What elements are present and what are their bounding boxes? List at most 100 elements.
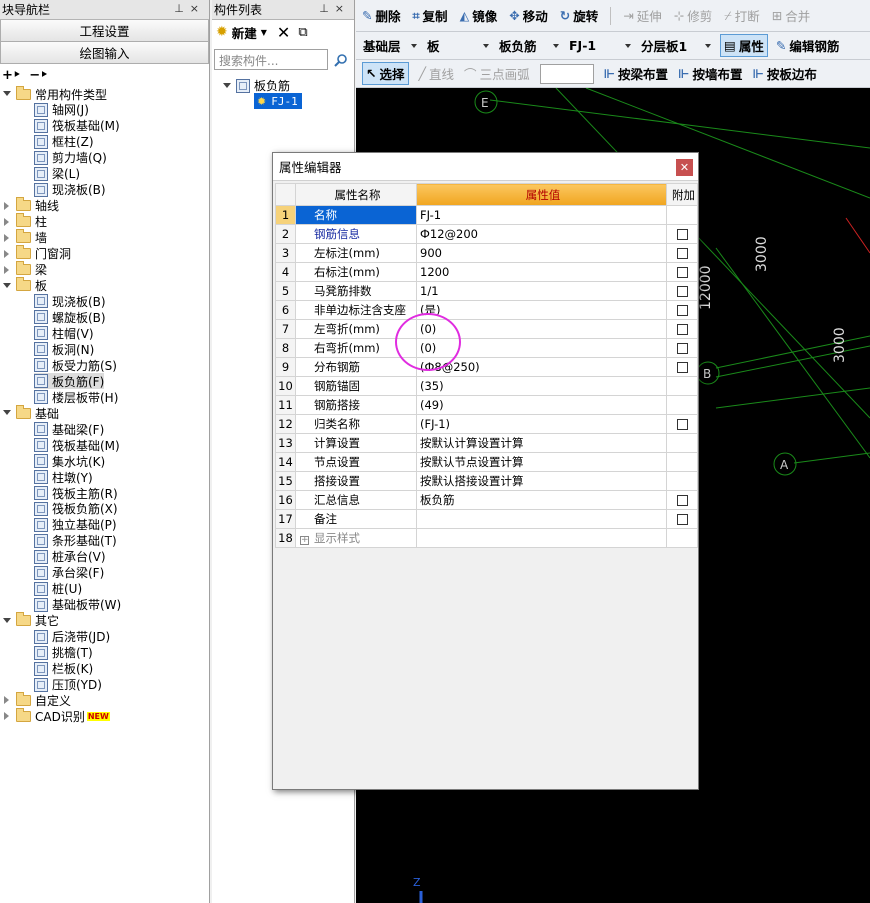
tree-item[interactable]: 筏板基础(M) xyxy=(34,118,120,134)
properties-toggle-button[interactable]: ▤ 属性 xyxy=(720,34,768,57)
expand-icon[interactable] xyxy=(2,711,12,721)
tree-item[interactable]: 基础梁(F) xyxy=(34,421,104,437)
draw-mode-select[interactable] xyxy=(539,63,594,84)
collapse-all-icon[interactable]: −‣ xyxy=(29,68,48,83)
property-value-cell[interactable] xyxy=(416,509,667,529)
tree-item[interactable]: 集水坑(K) xyxy=(34,453,105,469)
expand-icon[interactable]: + xyxy=(300,536,309,545)
component-name-select[interactable]: FJ-1 xyxy=(568,37,632,54)
break-button[interactable]: ⌿ 打断 xyxy=(724,6,760,25)
property-row[interactable]: 8 右弯折(mm) (0) xyxy=(275,338,698,358)
property-row[interactable]: 2 钢筋信息 Ф12@200 xyxy=(275,224,698,244)
place-by-slab-edge-button[interactable]: ⊩ 按板边布 xyxy=(752,64,816,83)
copy-component-icon[interactable]: ⧉ xyxy=(298,25,307,40)
tree-item[interactable]: 栏板(K) xyxy=(34,661,93,677)
tree-item[interactable]: 条形基础(T) xyxy=(34,533,117,549)
edit-rebar-button[interactable]: ✎ 编辑钢筋 xyxy=(776,36,840,55)
place-by-wall-button[interactable]: ⊩ 按墙布置 xyxy=(678,64,742,83)
property-value-cell[interactable]: (35) xyxy=(416,376,667,396)
tree-item[interactable]: 螺旋板(B) xyxy=(34,309,106,325)
search-icon[interactable] xyxy=(330,49,351,70)
property-value-cell[interactable]: (Ф8@250) xyxy=(416,357,667,377)
attach-checkbox[interactable] xyxy=(676,495,688,506)
property-value-cell[interactable]: (FJ-1) xyxy=(416,414,667,434)
tree-item[interactable]: 基础板带(W) xyxy=(34,597,121,613)
component-type-select[interactable]: 板负筋 xyxy=(498,35,560,56)
collapse-icon[interactable] xyxy=(2,408,12,418)
tree-item[interactable]: 桩(U) xyxy=(34,581,82,597)
tree-folder[interactable]: 轴线 xyxy=(2,197,59,214)
property-value-cell[interactable] xyxy=(416,528,667,548)
tree-item[interactable]: 压顶(YD) xyxy=(34,677,102,693)
component-search-input[interactable]: 搜索构件... xyxy=(214,49,328,70)
property-row[interactable]: 17 备注 xyxy=(275,509,698,529)
collapse-icon[interactable] xyxy=(222,81,232,91)
complist-item-fj1[interactable]: ✹ FJ-1 xyxy=(254,93,302,109)
tree-item[interactable]: 现浇板(B) xyxy=(34,182,106,198)
expand-all-icon[interactable]: +‣ xyxy=(2,68,21,83)
attach-checkbox[interactable] xyxy=(676,324,688,335)
tree-item[interactable]: 桩承台(V) xyxy=(34,549,106,565)
tree-folder[interactable]: CAD识别 NEW xyxy=(2,707,110,724)
move-button[interactable]: ✥ 移动 xyxy=(509,6,548,25)
select-button[interactable]: ↖ 选择 xyxy=(362,62,409,85)
place-by-beam-button[interactable]: ⊩ 按梁布置 xyxy=(604,64,668,83)
trim-button[interactable]: ⊹ 修剪 xyxy=(674,6,713,25)
tree-item[interactable]: 筏板基础(M) xyxy=(34,437,120,453)
property-value-cell[interactable]: (49) xyxy=(416,395,667,415)
tree-folder[interactable]: 常用构件类型 xyxy=(2,85,107,102)
property-row[interactable]: 15 搭接设置 按默认搭接设置计算 xyxy=(275,471,698,491)
attach-checkbox[interactable] xyxy=(676,419,688,430)
expand-icon[interactable] xyxy=(2,265,12,275)
tree-item[interactable]: 轴网(J) xyxy=(34,102,89,118)
tree-folder[interactable]: 梁 xyxy=(2,261,47,278)
property-row[interactable]: 1 名称 FJ-1 xyxy=(275,205,698,225)
attach-checkbox[interactable] xyxy=(676,343,688,354)
tree-item[interactable]: 板负筋(F) xyxy=(34,373,105,390)
property-value-cell[interactable]: 900 xyxy=(416,243,667,263)
property-value-cell[interactable]: 按默认计算设置计算 xyxy=(416,433,667,453)
attach-checkbox[interactable] xyxy=(676,267,688,278)
copy-button[interactable]: ⌗ 复制 xyxy=(413,6,448,25)
property-row[interactable]: 4 右标注(mm) 1200 xyxy=(275,262,698,282)
expand-icon[interactable] xyxy=(2,695,12,705)
expand-icon[interactable] xyxy=(2,217,12,227)
tree-item[interactable]: 板受力筋(S) xyxy=(34,357,117,373)
property-row[interactable]: 12 归类名称 (FJ-1) xyxy=(275,414,698,434)
property-value-cell[interactable]: FJ-1 xyxy=(416,205,667,225)
tree-item[interactable]: 柱帽(V) xyxy=(34,325,94,341)
tree-folder[interactable]: 门窗洞 xyxy=(2,245,71,262)
attach-checkbox[interactable] xyxy=(676,362,688,373)
property-row[interactable]: 14 节点设置 按默认节点设置计算 xyxy=(275,452,698,472)
property-row[interactable]: 10 钢筋锚固 (35) xyxy=(275,376,698,396)
expand-icon[interactable] xyxy=(2,233,12,243)
complist-root-node[interactable]: 板负筋 xyxy=(222,77,290,94)
new-component-button[interactable]: 新建 xyxy=(232,23,257,42)
delete-component-icon[interactable]: ✕ xyxy=(277,23,290,42)
attach-checkbox[interactable] xyxy=(676,286,688,297)
tree-folder[interactable]: 其它 xyxy=(2,612,59,629)
project-settings-button[interactable]: 工程设置 xyxy=(0,20,209,42)
tree-item[interactable]: 梁(L) xyxy=(34,166,80,182)
tree-item[interactable]: 挑檐(T) xyxy=(34,645,93,661)
mirror-button[interactable]: ◭ 镜像 xyxy=(460,6,498,25)
tree-folder[interactable]: 板 xyxy=(2,277,47,294)
property-row[interactable]: 18 + 显示样式 xyxy=(275,528,698,548)
property-value-cell[interactable]: 按默认搭接设置计算 xyxy=(416,471,667,491)
expand-icon[interactable] xyxy=(2,201,12,211)
expand-icon[interactable] xyxy=(2,249,12,259)
category-select[interactable]: 板 xyxy=(426,35,490,56)
extend-button[interactable]: ⇥ 延伸 xyxy=(623,6,662,25)
property-row[interactable]: 7 左弯折(mm) (0) xyxy=(275,319,698,339)
tree-item[interactable]: 剪力墙(Q) xyxy=(34,150,107,166)
property-value-cell[interactable]: (是) xyxy=(416,300,667,320)
property-value-cell[interactable]: 1200 xyxy=(416,262,667,282)
attach-checkbox[interactable] xyxy=(676,514,688,525)
attach-checkbox[interactable] xyxy=(676,248,688,259)
slab-layer-select[interactable]: 分层板1 xyxy=(640,35,712,56)
tree-item[interactable]: 柱墩(Y) xyxy=(34,469,93,485)
property-row[interactable]: 13 计算设置 按默认计算设置计算 xyxy=(275,433,698,453)
tree-item[interactable]: 筏板主筋(R) xyxy=(34,485,118,501)
rotate-button[interactable]: ↻ 旋转 xyxy=(560,6,599,25)
property-row[interactable]: 6 非单边标注含支座 (是) xyxy=(275,300,698,320)
